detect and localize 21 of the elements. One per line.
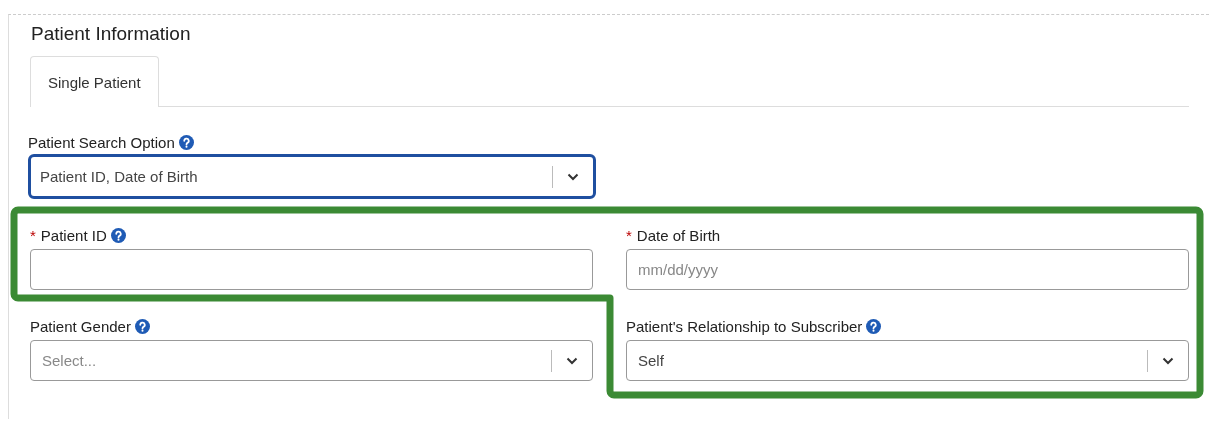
field-label: Patient ID — [40, 226, 107, 244]
help-icon[interactable] — [178, 134, 194, 150]
field-label: Patient Search Option — [28, 133, 175, 151]
field-label: Patient Gender — [30, 317, 131, 335]
chevron-down-icon — [567, 172, 579, 181]
required-mark: * — [626, 226, 632, 244]
help-icon[interactable] — [134, 318, 150, 334]
input-field[interactable]: mm/dd/yyyy — [626, 249, 1189, 290]
select-field[interactable]: Select... — [30, 340, 593, 381]
help-icon[interactable] — [866, 318, 882, 334]
select-field[interactable]: Patient ID, Date of Birth — [28, 154, 596, 199]
select-field[interactable]: Self — [626, 340, 1189, 381]
section-title: Patient Information — [31, 22, 192, 46]
field-label: Patient's Relationship to Subscriber — [626, 317, 863, 335]
required-mark: * — [30, 226, 36, 244]
tab[interactable]: Single Patient — [30, 56, 159, 107]
chevron-down-icon — [1162, 356, 1174, 365]
chevron-down-icon — [566, 356, 578, 365]
input-field[interactable] — [30, 249, 593, 290]
field-label: Date of Birth — [636, 226, 721, 244]
help-icon[interactable] — [110, 227, 126, 243]
